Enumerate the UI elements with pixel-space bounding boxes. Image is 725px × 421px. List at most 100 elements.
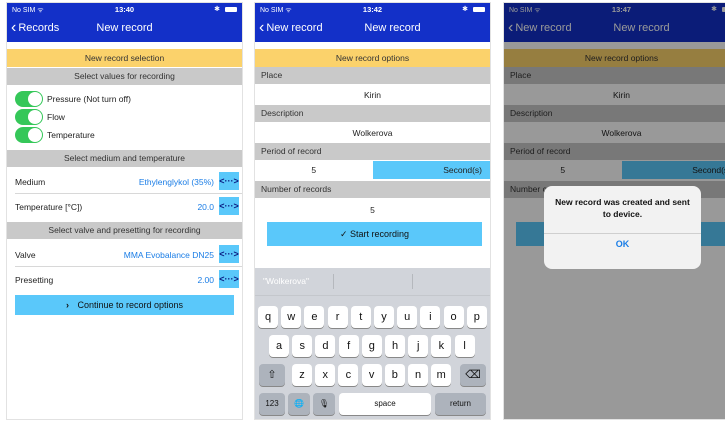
toggle-row-pressure: Pressure (Not turn off) (15, 90, 131, 107)
place-header: Place (255, 67, 490, 84)
status-bar: No SIM ᯤ 13:42 ✱ (255, 3, 490, 16)
shift-key[interactable]: ⇧ (259, 364, 285, 386)
divider (333, 274, 334, 289)
section-header-valve: Select valve and presetting for recordin… (7, 222, 242, 239)
status-time: 13:40 (114, 5, 135, 14)
number-header: Number of records (255, 181, 490, 198)
chevron-right-icon: › (65, 300, 69, 310)
section-header-values: Select values for recording (7, 68, 242, 85)
period-value[interactable]: 5 (255, 161, 373, 179)
toggle-label: Temperature (47, 129, 95, 140)
period-header: Period of record (255, 143, 490, 160)
space-key[interactable]: space (339, 393, 431, 415)
key-f[interactable]: f (338, 335, 359, 357)
nav-title: New record (96, 22, 153, 34)
key-m[interactable]: m (431, 364, 452, 386)
key-b[interactable]: b (384, 364, 405, 386)
key-w[interactable]: w (281, 306, 302, 328)
key-h[interactable]: h (385, 335, 405, 357)
key-s[interactable]: s (292, 335, 313, 357)
medium-row[interactable]: Medium Ethylenglykol (35%) <···> (7, 170, 242, 192)
screen-record-created: No SIM ᯤ 13:47 ✱ ‹ New record New record… (503, 2, 725, 420)
key-c[interactable]: c (338, 364, 359, 386)
key-v[interactable]: v (361, 364, 382, 386)
divider (544, 233, 701, 234)
key-i[interactable]: i (420, 306, 441, 328)
divider (15, 266, 242, 267)
key-u[interactable]: u (397, 306, 418, 328)
alert-message: New record was created and sent to devic… (555, 197, 690, 219)
microphone-icon[interactable]: 🎙 (313, 393, 335, 415)
key-q[interactable]: q (258, 306, 278, 328)
key-a[interactable]: a (269, 335, 289, 357)
presetting-row[interactable]: Presetting 2.00 <···> (7, 268, 242, 290)
nav-bar: ‹ Records New record (7, 16, 242, 42)
nav-bar: ‹ New record New record (255, 16, 490, 42)
temperature-row[interactable]: Temperature [°C]) 20.0 <···> (7, 195, 242, 217)
valve-select-button[interactable]: <···> (219, 245, 239, 263)
bluetooth-icon: ✱ (462, 6, 468, 13)
divider (412, 274, 413, 289)
valve-row[interactable]: Valve MMA Evobalance DN25 <···> (7, 243, 242, 265)
medium-label: Medium (15, 177, 46, 187)
medium-value: Ethylenglykol (35%) (138, 177, 214, 187)
backspace-key[interactable]: ⌫ (460, 364, 486, 386)
description-header: Description (255, 105, 490, 122)
valve-label: Valve (15, 250, 36, 260)
key-z[interactable]: z (292, 364, 312, 386)
pressure-toggle[interactable] (15, 90, 43, 107)
key-g[interactable]: g (361, 335, 382, 357)
toggle-row-flow: Flow (15, 108, 65, 125)
temperature-toggle[interactable] (15, 126, 43, 143)
key-r[interactable]: r (327, 306, 348, 328)
return-key[interactable]: return (435, 393, 486, 415)
place-value[interactable]: Kirin (255, 85, 490, 105)
number-value[interactable]: 5 (255, 200, 490, 220)
key-e[interactable]: e (304, 306, 325, 328)
flow-toggle[interactable] (15, 108, 43, 125)
temperature-select-button[interactable]: <···> (219, 197, 239, 215)
key-t[interactable]: t (350, 306, 371, 328)
suggestion-bar: "Wolkerova" (255, 268, 490, 296)
numbers-key[interactable]: 123 (259, 393, 285, 415)
page-banner: New record options (255, 49, 490, 67)
bluetooth-icon: ✱ (214, 6, 220, 13)
keyboard: "Wolkerova" qwertyuiop asdfghjkl ⇧ zxcvb… (255, 268, 490, 419)
medium-select-button[interactable]: <···> (219, 172, 239, 190)
continue-label: Continue to record options (77, 300, 184, 310)
temperature-label: Temperature [°C]) (15, 202, 83, 212)
alert-dialog: New record was created and sent to devic… (544, 186, 701, 269)
toggle-label: Flow (47, 111, 65, 122)
nav-title: New record (364, 22, 421, 34)
page-banner: New record selection (7, 49, 242, 67)
key-l[interactable]: l (454, 335, 475, 357)
valve-value: MMA Evobalance DN25 (123, 250, 214, 260)
battery-icon (473, 7, 485, 12)
presetting-select-button[interactable]: <···> (219, 270, 239, 288)
key-k[interactable]: k (431, 335, 452, 357)
section-header-medium: Select medium and temperature (7, 150, 242, 167)
key-n[interactable]: n (408, 364, 428, 386)
period-unit-button[interactable]: Second(s) (372, 161, 490, 179)
ok-button[interactable]: OK (544, 239, 701, 249)
description-value[interactable]: Wolkerova (255, 123, 490, 143)
temperature-value: 20.0 (197, 202, 214, 212)
period-row: 5 Second(s) (255, 161, 490, 179)
chevron-left-icon: ‹ (259, 19, 265, 36)
status-time: 13:42 (362, 5, 383, 14)
key-x[interactable]: x (315, 364, 336, 386)
start-recording-button[interactable]: ✓ Start recording (267, 222, 482, 246)
toggle-row-temperature: Temperature (15, 126, 95, 143)
key-p[interactable]: p (466, 306, 487, 328)
key-d[interactable]: d (315, 335, 336, 357)
toggle-label: Pressure (Not turn off) (47, 93, 131, 104)
key-o[interactable]: o (443, 306, 464, 328)
key-j[interactable]: j (408, 335, 429, 357)
globe-icon[interactable]: 🌐 (288, 393, 310, 415)
continue-button[interactable]: › Continue to record options (15, 295, 234, 315)
key-y[interactable]: y (374, 306, 394, 328)
screen-record-selection: No SIM ᯤ 13:40 ✱ ‹ Records New record Ne… (6, 2, 243, 420)
battery-icon (225, 7, 237, 12)
screen-record-options: No SIM ᯤ 13:42 ✱ ‹ New record New record… (254, 2, 491, 420)
suggestion-item[interactable]: "Wolkerova" (263, 268, 309, 295)
